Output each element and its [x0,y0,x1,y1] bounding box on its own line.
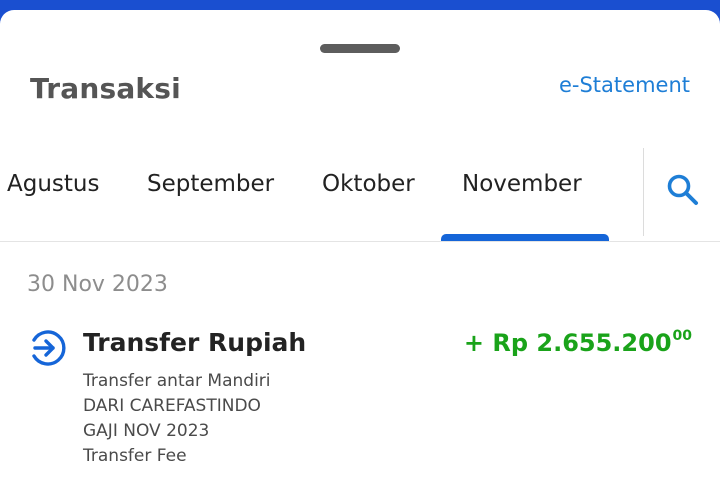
tab-separator [643,148,644,236]
tab-oktober[interactable]: Oktober [322,171,415,197]
detail-line: Transfer antar Mandiri [83,371,271,391]
tab-september[interactable]: September [147,171,274,197]
detail-line: GAJI NOV 2023 [83,421,210,441]
drag-handle[interactable] [320,44,400,53]
month-tabs: Agustus September Oktober November [0,165,640,241]
transaction-details: Transfer antar Mandiri DARI CAREFASTINDO… [83,369,271,469]
tab-november[interactable]: November [462,171,582,197]
transaction-amount: + Rp 2.655.20000 [464,328,692,357]
detail-line: Transfer Fee [83,446,187,466]
e-statement-link[interactable]: e-Statement [559,73,690,97]
transaction-date: 30 Nov 2023 [27,272,168,297]
amount-main: + Rp 2.655.200 [463,329,672,357]
search-button[interactable] [662,170,702,210]
transfer-in-icon [28,329,66,367]
detail-line: DARI CAREFASTINDO [83,396,261,416]
page-title: Transaksi [30,72,181,105]
tab-agustus[interactable]: Agustus [7,171,99,197]
transaction-sheet: Transaksi e-Statement Agustus September … [0,10,720,499]
search-icon [667,174,698,205]
header-divider [0,241,720,242]
transaction-title: Transfer Rupiah [83,328,307,357]
amount-decimal: 00 [672,328,692,344]
